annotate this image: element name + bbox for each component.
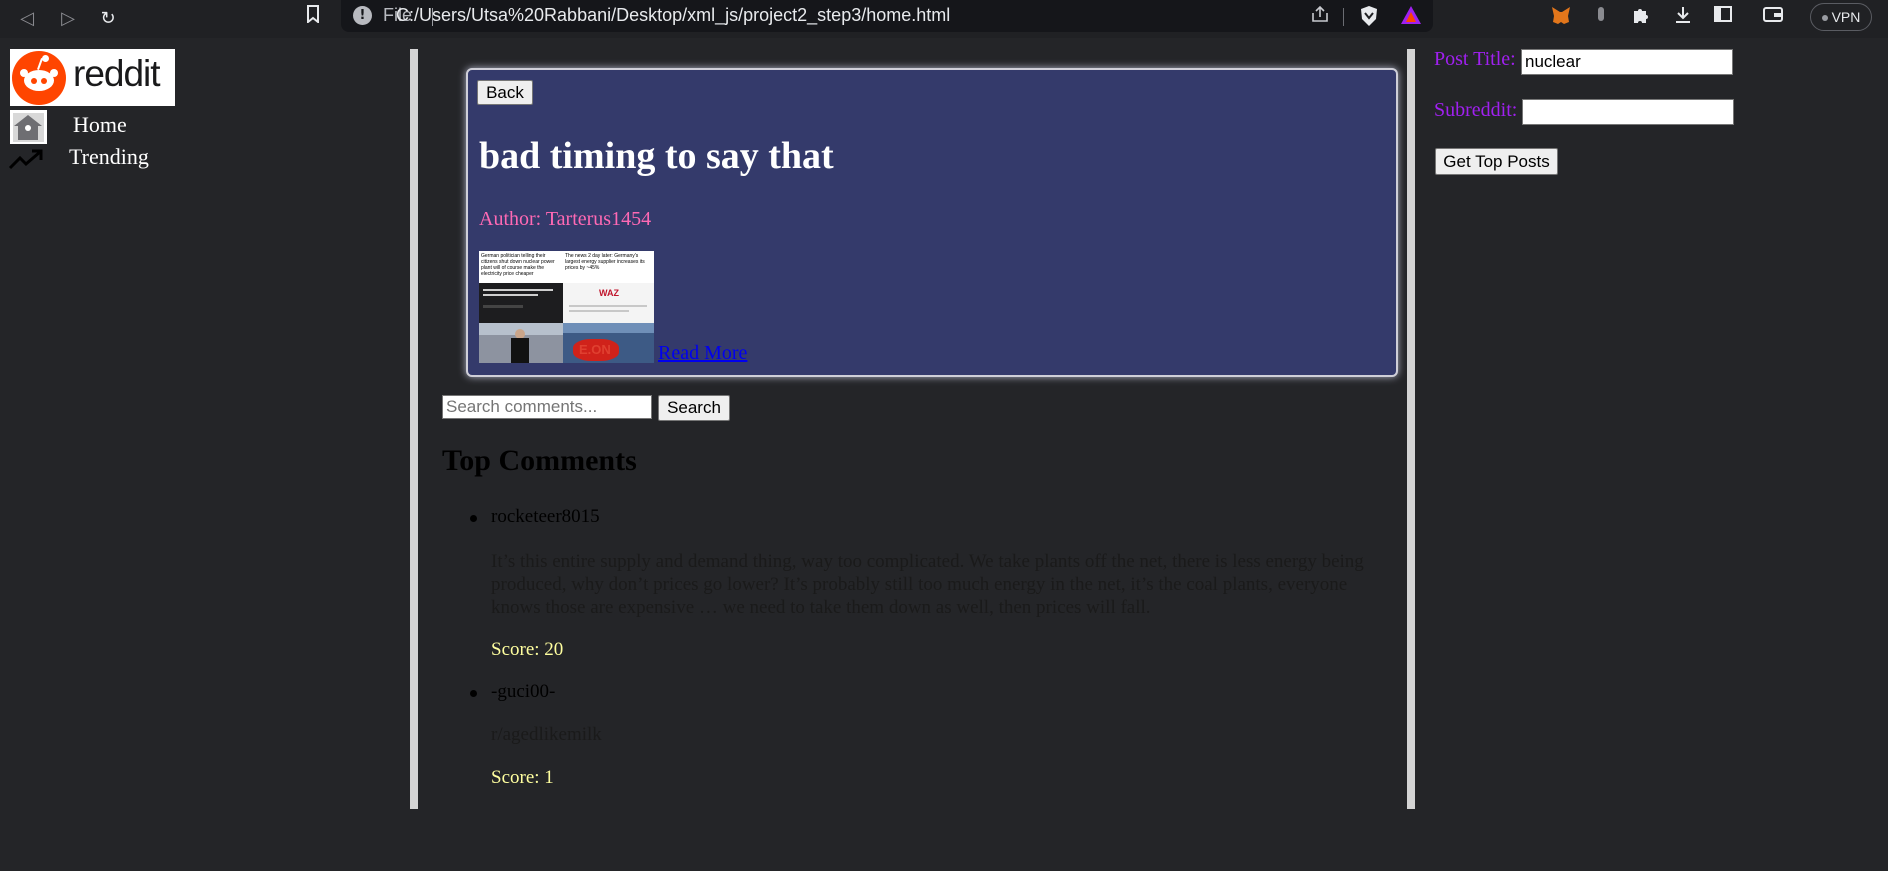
puzzle-icon[interactable] [1629,5,1653,29]
thumbnail-left-caption: German politician telling their citizens… [479,251,563,283]
list-bullet [470,690,477,697]
url-text[interactable]: C:/Users/Utsa%20Rabbani/Desktop/xml_js/p… [396,5,950,26]
comment-author: -guci00- [491,681,556,702]
info-icon[interactable]: ! [353,6,372,25]
logo-wordmark: reddit [73,53,161,94]
subreddit-label: Subreddit: [1434,99,1518,121]
extension-pin-icon[interactable] [1589,5,1613,29]
back-arrow-icon[interactable]: ◁ [13,5,41,33]
thumbnail-person-photo [479,323,563,363]
vpn-label: VPN [1831,9,1861,25]
toolbar-divider [1343,8,1344,26]
brave-rewards-icon[interactable] [1399,5,1423,29]
post-card: Back bad timing to say that Author: Tart… [466,68,1398,377]
back-button[interactable]: Back [477,80,533,105]
vpn-status-dot [1821,15,1828,22]
comment-body: It’s this entire supply and demand thing… [491,551,1364,618]
comment-score: Score: 20 [491,639,564,660]
thumbnail-newspaper-logo: WAZ [599,288,619,298]
reload-icon[interactable]: ↻ [94,5,122,33]
brave-shield-icon[interactable] [1357,5,1381,29]
search-button[interactable]: Search [658,395,730,421]
sidebar-icon[interactable] [1711,5,1735,29]
post-title: bad timing to say that [479,135,834,177]
subreddit-input[interactable] [1522,99,1734,125]
vpn-button[interactable]: VPN [1810,3,1872,31]
list-bullet [470,515,477,522]
thumbnail-right-caption: The news 2 day later: Germany's largest … [563,251,654,283]
thumbnail-sign-text: E.ON [579,342,611,357]
post-title-input[interactable] [1521,49,1733,75]
forward-arrow-icon[interactable]: ▷ [54,5,82,33]
wallet-icon[interactable] [1761,5,1785,29]
comments-heading: Top Comments [442,444,637,477]
thumbnail-newspaper: WAZ [563,283,654,323]
sidebar-item-home[interactable]: Home [73,112,127,138]
post-thumbnail[interactable]: German politician telling their citizens… [479,251,654,363]
get-top-posts-button[interactable]: Get Top Posts [1435,148,1558,175]
main-content: Back bad timing to say that Author: Tart… [410,49,1415,809]
comment-score: Score: 1 [491,767,554,788]
reddit-alien-icon [12,51,66,105]
bookmark-icon[interactable] [301,5,325,29]
reddit-logo[interactable]: reddit [10,49,175,106]
read-more-link[interactable]: Read More [658,342,747,365]
sidebar-item-trending[interactable]: Trending [69,144,149,170]
post-author: Author: Tarterus1454 [479,208,652,230]
comment-body: r/agedlikemilk [491,724,602,745]
trending-icon[interactable] [8,148,44,170]
browser-toolbar: ◁ ▷ ↻ ! File C:/Users/Utsa%20Rabbani/Des… [0,0,1888,38]
download-icon[interactable] [1671,5,1695,29]
search-comments-input[interactable] [442,395,652,419]
metamask-icon[interactable] [1549,5,1573,29]
post-title-label: Post Title: [1434,48,1516,70]
thumbnail-building-photo: E.ON [563,323,654,363]
home-icon[interactable] [10,110,47,144]
share-icon[interactable] [1308,5,1332,29]
comment-author: rocketeer8015 [491,506,600,527]
thumbnail-news-panel [479,283,563,323]
